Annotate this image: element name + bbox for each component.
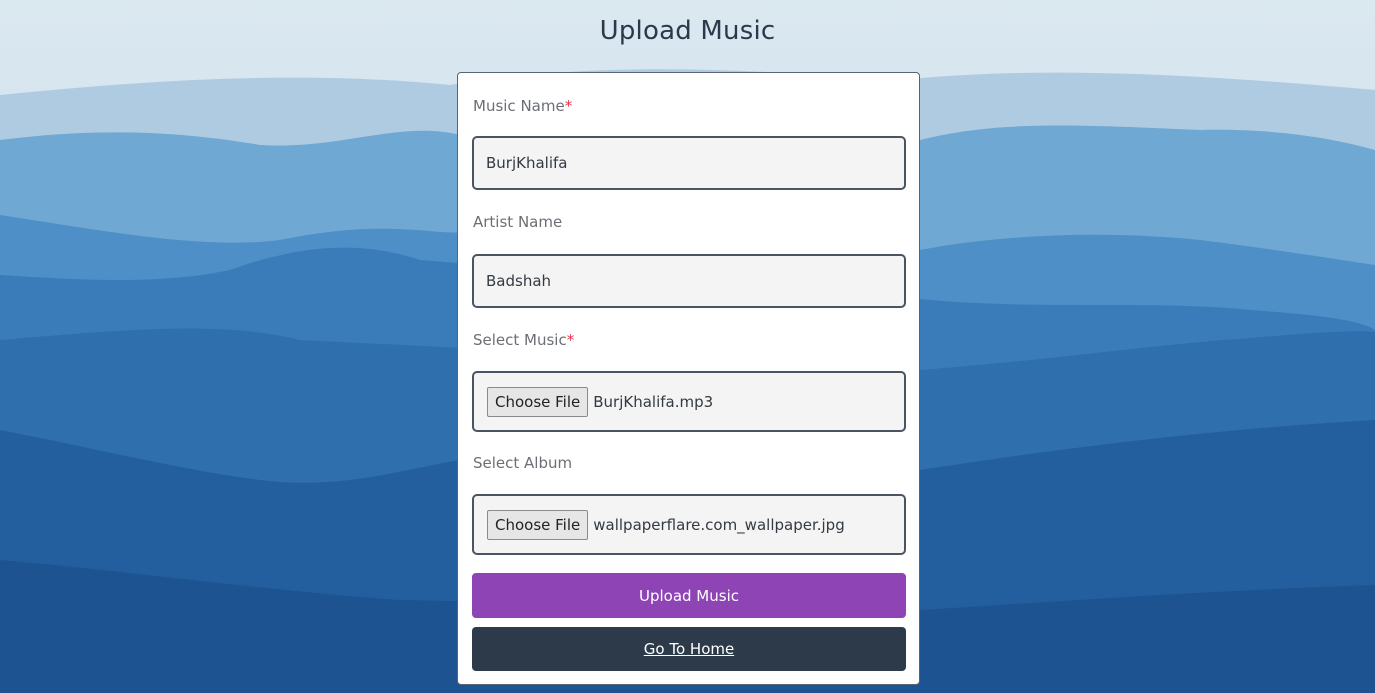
artist-name-label: Artist Name [473,213,563,231]
required-mark: * [564,97,573,115]
select-music-label-text: Select Music [473,331,567,349]
upload-music-button[interactable]: Upload Music [472,573,906,618]
music-name-label: Music Name* [473,97,572,115]
music-name-input[interactable] [472,136,906,190]
select-music-label: Select Music* [473,331,574,349]
required-mark: * [566,331,575,349]
go-to-home-link[interactable]: Go To Home [472,627,906,671]
page-title: Upload Music [599,16,776,46]
artist-name-input[interactable] [472,254,906,308]
music-file-input[interactable]: Choose File BurjKhalifa.mp3 [472,371,906,432]
music-file-name: BurjKhalifa.mp3 [593,392,714,411]
upload-form: Music Name* Artist Name Select Music* Ch… [457,72,920,685]
album-file-input[interactable]: Choose File wallpaperflare.com_wallpaper… [472,494,906,555]
choose-album-file-button[interactable]: Choose File [487,509,589,540]
select-album-label: Select Album [473,454,573,472]
album-file-name: wallpaperflare.com_wallpaper.jpg [593,515,845,534]
music-name-label-text: Music Name [473,97,565,115]
choose-music-file-button[interactable]: Choose File [487,386,589,417]
